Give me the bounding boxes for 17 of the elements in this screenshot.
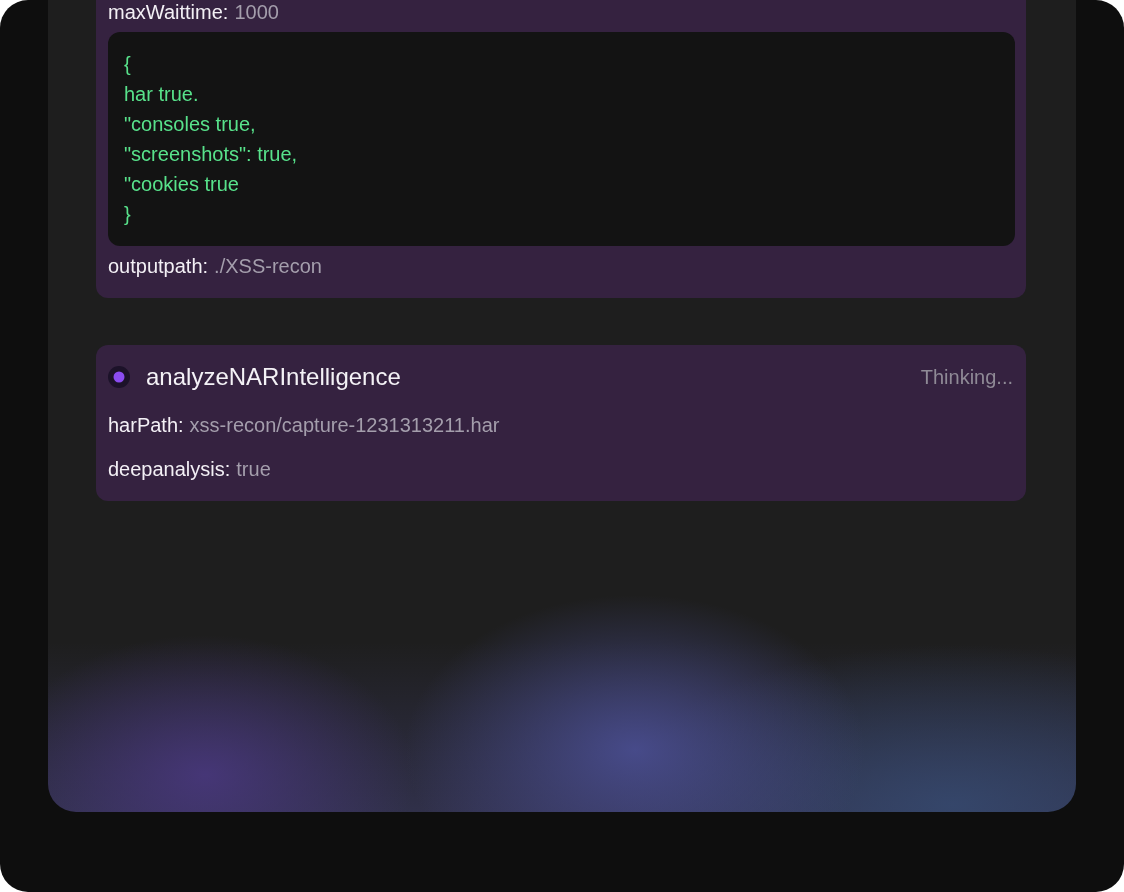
code-line: "cookies true: [124, 172, 239, 197]
code-line: }: [124, 202, 131, 227]
field-value: xss-recon/capture-1231313211.har: [189, 413, 500, 437]
field-value: true: [236, 457, 271, 481]
field-label: outputpath:: [108, 254, 209, 278]
field-label: harPath:: [108, 413, 184, 437]
field-label: deepanalysis:: [108, 457, 231, 481]
status-dot-icon: [108, 366, 130, 388]
code-line: har true.: [124, 82, 199, 107]
field-label: maxWaittime:: [108, 0, 229, 24]
code-line: "screenshots": true,: [124, 142, 298, 167]
field-value: 1000: [234, 0, 279, 24]
status-text: Thinking...: [920, 365, 1013, 390]
tool-title: analyzeNARIntelligence: [146, 362, 401, 392]
code-line: {: [124, 52, 131, 77]
code-line: "consoles true,: [124, 112, 256, 137]
field-value: ./XSS-recon: [214, 254, 322, 278]
